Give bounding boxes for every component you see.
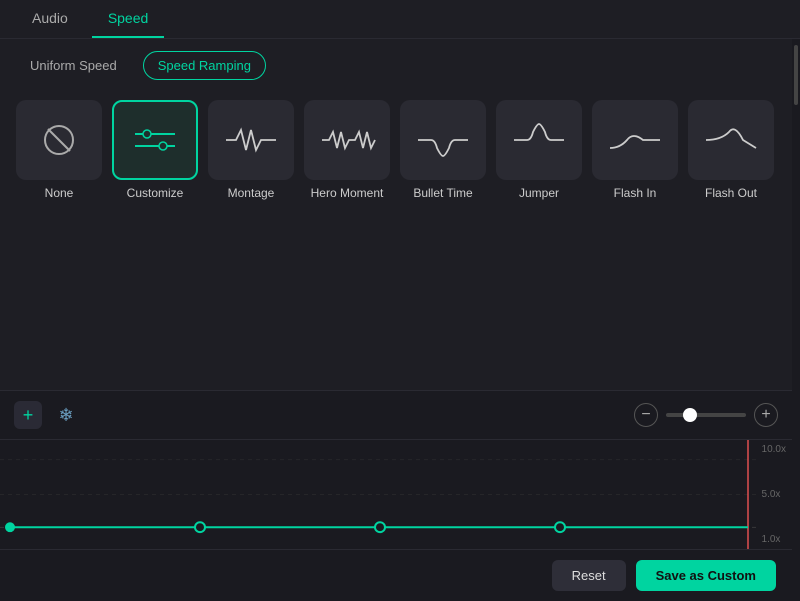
scrollbar-thumb[interactable] <box>794 45 798 105</box>
speed-ramping-btn[interactable]: Speed Ramping <box>143 51 266 80</box>
preset-flash-in-label: Flash In <box>614 186 657 202</box>
zoom-slider[interactable] <box>666 413 746 417</box>
main-content: Uniform Speed Speed Ramping None <box>0 39 792 601</box>
speed-label-1x: 1.0x <box>762 534 786 545</box>
preset-none-icon <box>16 100 102 180</box>
reset-button[interactable]: Reset <box>552 560 626 591</box>
preset-customize-label: Customize <box>127 186 184 202</box>
zoom-slider-thumb[interactable] <box>683 408 697 422</box>
toolbar-right: − + <box>634 403 778 427</box>
speed-graph-labels: 10.0x 5.0x 1.0x <box>762 440 786 549</box>
speed-label-5x: 5.0x <box>762 489 786 500</box>
preset-montage-icon <box>208 100 294 180</box>
speed-label-10x: 10.0x <box>762 444 786 455</box>
preset-bullet-time[interactable]: Bullet Time <box>400 100 486 202</box>
preset-hero-moment[interactable]: Hero Moment <box>304 100 390 202</box>
toolbar-left: + ❄ <box>14 401 80 429</box>
preset-customize[interactable]: Customize <box>112 100 198 202</box>
speed-graph: 10.0x 5.0x 1.0x <box>0 439 792 549</box>
save-as-custom-button[interactable]: Save as Custom <box>636 560 776 591</box>
timeline-toolbar: + ❄ − + <box>0 391 792 439</box>
preset-none[interactable]: None <box>16 100 102 202</box>
preset-montage-label: Montage <box>228 186 275 202</box>
preset-hero-moment-label: Hero Moment <box>311 186 384 202</box>
preset-grid: None Customize <box>0 92 792 218</box>
speed-modes-bar: Uniform Speed Speed Ramping <box>0 39 792 92</box>
top-tabs-bar: Audio Speed <box>0 0 800 39</box>
preset-bullet-time-icon <box>400 100 486 180</box>
preset-hero-moment-icon <box>304 100 390 180</box>
freeze-frame-btn[interactable]: ❄ <box>52 401 80 429</box>
middle-spacer <box>0 218 792 390</box>
tab-audio[interactable]: Audio <box>16 0 84 38</box>
bottom-bar: Reset Save as Custom <box>0 549 792 601</box>
preset-jumper-label: Jumper <box>519 186 559 202</box>
preset-jumper[interactable]: Jumper <box>496 100 582 202</box>
add-keyframe-btn[interactable]: + <box>14 401 42 429</box>
preset-jumper-icon <box>496 100 582 180</box>
preset-flash-out-icon <box>688 100 774 180</box>
zoom-out-btn[interactable]: − <box>634 403 658 427</box>
main-layout: Uniform Speed Speed Ramping None <box>0 39 800 601</box>
zoom-in-btn[interactable]: + <box>754 403 778 427</box>
tab-speed[interactable]: Speed <box>92 0 164 38</box>
preset-bullet-time-label: Bullet Time <box>413 186 472 202</box>
content-area: Uniform Speed Speed Ramping None <box>0 39 792 601</box>
timeline-area: + ❄ − + <box>0 390 792 601</box>
preset-montage[interactable]: Montage <box>208 100 294 202</box>
speed-graph-svg <box>0 440 792 549</box>
preset-flash-in[interactable]: Flash In <box>592 100 678 202</box>
uniform-speed-btn[interactable]: Uniform Speed <box>16 52 131 79</box>
preset-none-label: None <box>45 186 74 202</box>
preset-customize-icon <box>112 100 198 180</box>
preset-flash-out-label: Flash Out <box>705 186 757 202</box>
scrollbar-track[interactable] <box>792 39 800 601</box>
preset-flash-out[interactable]: Flash Out <box>688 100 774 202</box>
preset-flash-in-icon <box>592 100 678 180</box>
